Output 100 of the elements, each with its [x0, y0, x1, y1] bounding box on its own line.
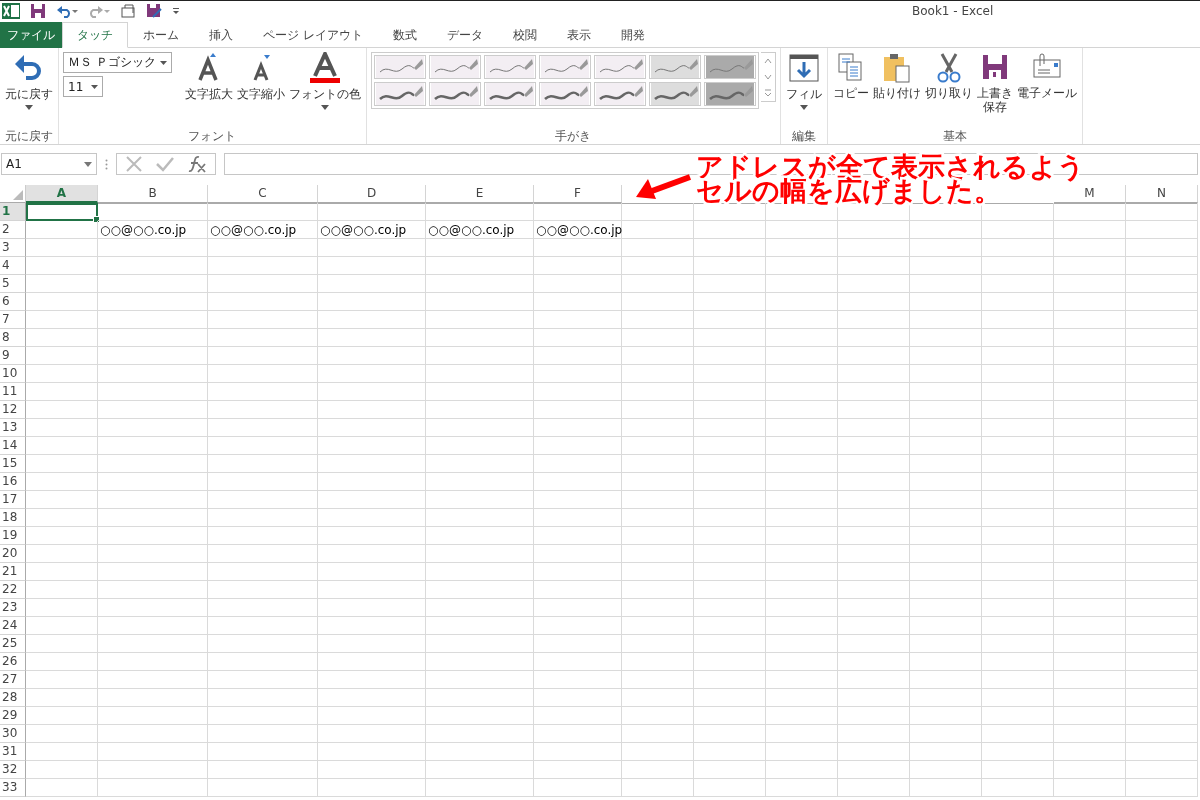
pen-style-button[interactable]	[428, 55, 481, 79]
row-header[interactable]: 14	[0, 437, 26, 455]
row-header[interactable]: 32	[0, 761, 26, 779]
pen-stroke-icon	[540, 83, 589, 105]
row-header[interactable]: 21	[0, 563, 26, 581]
window-title: Book1 - Excel	[912, 4, 994, 18]
row-header[interactable]: 15	[0, 455, 26, 473]
row-header[interactable]: 2	[0, 221, 26, 239]
function-icon[interactable]	[187, 154, 207, 174]
row-header[interactable]: 22	[0, 581, 26, 599]
row-header[interactable]: 33	[0, 779, 26, 797]
row-header[interactable]: 31	[0, 743, 26, 761]
row-header[interactable]: 16	[0, 473, 26, 491]
check-icon[interactable]	[155, 155, 175, 173]
pen-style-button[interactable]	[373, 55, 426, 79]
grip-icon	[105, 158, 108, 170]
pen-style-button[interactable]	[648, 55, 701, 79]
pen-style-button[interactable]	[428, 82, 481, 106]
caret-icon	[84, 161, 92, 167]
row-header[interactable]: 12	[0, 401, 26, 419]
fill-button[interactable]: フィル	[784, 52, 823, 110]
table-cell: ○○@○○.co.jp	[98, 221, 208, 239]
row-header[interactable]: 18	[0, 509, 26, 527]
grow-font-button[interactable]: 文字拡大	[183, 52, 234, 103]
row-header[interactable]: 28	[0, 689, 26, 707]
row-header[interactable]: 13	[0, 419, 26, 437]
pen-style-button[interactable]	[538, 82, 591, 106]
caret-icon	[320, 105, 329, 110]
column-header[interactable]: F	[534, 185, 622, 203]
row-header[interactable]: 26	[0, 653, 26, 671]
email-button[interactable]: 電子メール	[1015, 52, 1078, 101]
name-box[interactable]: A1	[1, 153, 97, 175]
font-color-button[interactable]: フォントの色	[287, 52, 362, 110]
file-tab[interactable]: ファイル	[0, 22, 62, 48]
row-header[interactable]: 4	[0, 257, 26, 275]
row-header[interactable]: 8	[0, 329, 26, 347]
group-label: フォント	[188, 128, 237, 144]
row-header[interactable]: 25	[0, 635, 26, 653]
edit-save-icon[interactable]	[146, 3, 162, 19]
pen-stroke-icon	[430, 83, 479, 105]
shrink-font-button[interactable]: 文字縮小	[235, 52, 286, 103]
row-header[interactable]: 17	[0, 491, 26, 509]
row-header[interactable]: 9	[0, 347, 26, 365]
pen-style-button[interactable]	[373, 82, 426, 106]
caret-icon	[799, 105, 808, 110]
pen-style-button[interactable]	[703, 55, 756, 79]
row-header[interactable]: 23	[0, 599, 26, 617]
row-header[interactable]: 20	[0, 545, 26, 563]
row-header[interactable]: 29	[0, 707, 26, 725]
ribbon-tab[interactable]: 表示	[551, 22, 606, 48]
save-icon[interactable]	[30, 3, 46, 19]
column-header[interactable]: A	[26, 185, 98, 203]
row-header[interactable]: 7	[0, 311, 26, 329]
pen-stroke-icon	[485, 56, 534, 78]
row-header[interactable]: 6	[0, 293, 26, 311]
caret-icon	[91, 84, 98, 89]
ribbon-tab[interactable]: 数式	[377, 22, 432, 48]
cancel-icon[interactable]	[125, 155, 143, 173]
row-header[interactable]: 5	[0, 275, 26, 293]
row-header[interactable]: 24	[0, 617, 26, 635]
column-header[interactable]: D	[318, 185, 426, 203]
ribbon-tab[interactable]: 開発	[605, 22, 660, 48]
pen-style-button[interactable]	[648, 82, 701, 106]
ribbon-tab[interactable]: 校閲	[497, 22, 552, 48]
row-header[interactable]: 3	[0, 239, 26, 257]
column-header[interactable]: N	[1126, 185, 1198, 203]
row-header[interactable]: 11	[0, 383, 26, 401]
pen-stroke-icon	[375, 83, 424, 105]
ribbon-tab[interactable]: データ	[431, 22, 498, 48]
save-button[interactable]: 上書き 保存	[975, 52, 1014, 115]
ribbon-tab[interactable]: ホーム	[128, 22, 194, 48]
ribbon-tab[interactable]: 挿入	[194, 22, 248, 48]
ribbon-tab[interactable]: タッチ	[62, 22, 128, 48]
row-header[interactable]: 1	[0, 203, 26, 221]
pen-style-button[interactable]	[483, 55, 536, 79]
font-size-dropdown[interactable]: 11	[63, 76, 103, 97]
pen-style-button[interactable]	[483, 82, 536, 106]
font-name-dropdown[interactable]: ＭＳ Ｐゴシック	[63, 52, 172, 73]
row-header[interactable]: 27	[0, 671, 26, 689]
pen-style-button[interactable]	[538, 55, 591, 79]
copy-button[interactable]: コピー	[831, 52, 870, 101]
ribbon-tab[interactable]: ページ レイアウト	[248, 22, 378, 48]
customize-caret-icon[interactable]	[172, 7, 180, 15]
row-header[interactable]: 19	[0, 527, 26, 545]
column-header[interactable]: E	[426, 185, 534, 203]
cut-button[interactable]: 切り取り	[923, 52, 974, 101]
redo-icon[interactable]	[88, 4, 110, 18]
active-cell[interactable]	[26, 203, 98, 221]
undo-button[interactable]: 元に戻す	[4, 52, 54, 110]
row-header[interactable]: 30	[0, 725, 26, 743]
paste-button[interactable]: 貼り付け	[871, 52, 922, 101]
row-header[interactable]: 10	[0, 365, 26, 383]
pen-style-button[interactable]	[593, 82, 646, 106]
column-header[interactable]: C	[208, 185, 318, 203]
undo-icon[interactable]	[56, 4, 78, 18]
column-header[interactable]: M	[1054, 185, 1126, 203]
select-all-corner[interactable]	[0, 185, 26, 203]
pen-style-button[interactable]	[593, 55, 646, 79]
column-header[interactable]: B	[98, 185, 208, 203]
pen-style-button[interactable]	[703, 82, 756, 106]
